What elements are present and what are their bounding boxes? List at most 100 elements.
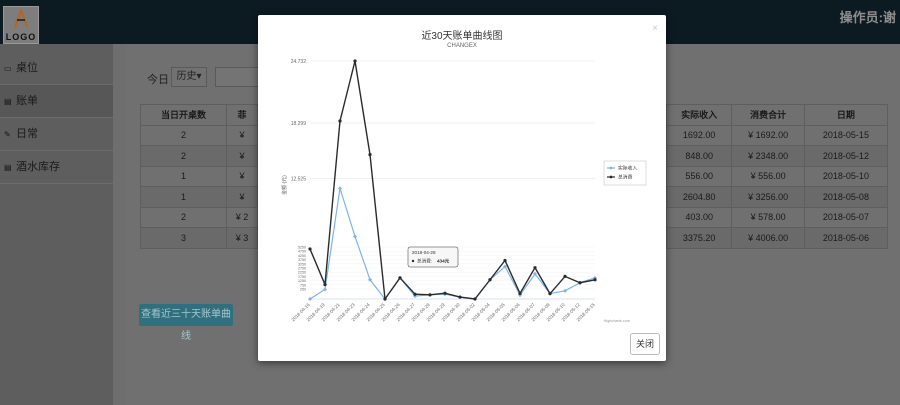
operator-label: 操作员:谢 <box>839 10 896 25</box>
table-cell: 2018-05-07 <box>803 206 889 228</box>
legend-entry: 总消费 <box>618 174 633 181</box>
table-cell: 2018-05-06 <box>803 227 889 249</box>
table-cell: 2018-05-12 <box>803 145 889 167</box>
table-cell: 2018-05-08 <box>803 186 889 208</box>
table-row: 403.00 ¥ 578.00 2018-05-07 <box>665 206 889 228</box>
data-point <box>353 234 357 239</box>
sidebar-item-tables[interactable]: ▭ 桌位 <box>0 52 113 85</box>
table-cell: ¥ <box>226 165 258 187</box>
sidebar: ▭ 桌位 ▤ 账单 ✎ 日常 ▤ 酒水库存 <box>0 44 113 405</box>
legend-marker <box>609 175 613 179</box>
table-row: 556.00 ¥ 556.00 2018-05-10 <box>665 165 889 187</box>
date-input[interactable] <box>215 67 262 87</box>
data-point <box>413 292 417 296</box>
view-30-day-chart-button[interactable]: 查看近三十天账单曲线 <box>139 304 233 342</box>
data-point <box>578 281 582 285</box>
data-point <box>368 153 372 157</box>
y-tick-label: 250 <box>300 288 306 292</box>
col-header: 当日开桌数 <box>140 104 227 126</box>
sidebar-item-label: 日常 <box>16 128 38 140</box>
data-point <box>338 186 342 191</box>
logo: LOGO <box>3 6 39 44</box>
bill-table-left: 当日开桌数 菲 2 ¥ 2 ¥ 1 ¥ 1 ¥ 2 ¥ 2 3 ¥ 3 <box>140 104 258 249</box>
y-tick-label: 18.299 <box>291 121 307 127</box>
col-header: 实际收入 <box>665 104 733 126</box>
table-cell: 1 <box>140 165 227 187</box>
data-point <box>488 278 492 282</box>
tooltip-value: 434元 <box>437 258 450 265</box>
sidebar-item-label: 账单 <box>16 95 38 107</box>
table-cell: 2018-05-10 <box>803 165 889 187</box>
today-link[interactable]: 今日 <box>147 71 169 87</box>
series-line <box>309 188 596 301</box>
data-point <box>473 297 477 301</box>
table-cell: 2018-05-15 <box>803 124 889 146</box>
table-cell: ¥ <box>226 186 258 208</box>
table-cell: ¥ <box>226 145 258 167</box>
logo-text: LOGO <box>5 32 37 42</box>
data-point <box>353 59 357 63</box>
table-cell: 1692.00 <box>665 124 733 146</box>
table-cell: ¥ 556.00 <box>731 165 805 187</box>
data-point <box>563 274 567 279</box>
y-tick-label: 24.732 <box>291 59 307 65</box>
legend-entry: 实际收入 <box>618 165 637 172</box>
sidebar-item-label: 桌位 <box>16 62 38 74</box>
table-cell: ¥ 578.00 <box>731 206 805 228</box>
legend-box <box>603 160 647 186</box>
table-cell: 3375.20 <box>665 227 733 249</box>
close-button[interactable]: 关闭 <box>630 333 660 355</box>
data-point <box>593 278 597 282</box>
legend-marker <box>609 166 613 170</box>
line-chart: 24.73218.29912.5255250475042503750325027… <box>281 59 647 323</box>
list-icon: ▤ <box>4 163 12 172</box>
table-cell: 556.00 <box>665 165 733 187</box>
table-cell: 3 <box>140 227 227 249</box>
list-icon: ▤ <box>4 97 12 106</box>
data-point <box>458 295 462 299</box>
data-point <box>338 119 342 123</box>
data-point <box>518 291 522 296</box>
table-cell: ¥ 3 <box>226 227 258 249</box>
table-cell: ¥ 2 <box>226 206 258 228</box>
chart-modal: × 近30天账单曲线图 CHANGEX 24.732 18.299 12.525 52… <box>258 15 666 361</box>
table-cell: 2 <box>140 145 227 167</box>
table-row: 848.00 ¥ 2348.00 2018-05-12 <box>665 145 889 167</box>
sidebar-item-inventory[interactable]: ▤ 酒水库存 <box>0 151 113 184</box>
table-cell: 1 <box>140 186 227 208</box>
col-header: 日期 <box>803 104 889 126</box>
table-cell: ¥ 3256.00 <box>731 186 805 208</box>
table-cell: 2 <box>140 206 227 228</box>
table-cell: 403.00 <box>665 206 733 228</box>
table-cell: 2604.80 <box>665 186 733 208</box>
tooltip-marker <box>411 259 415 263</box>
sidebar-item-daily[interactable]: ✎ 日常 <box>0 118 113 151</box>
logo-a-icon <box>14 9 28 27</box>
table-cell: ¥ 1692.00 <box>731 124 805 146</box>
data-point <box>443 291 447 295</box>
data-point <box>533 266 537 270</box>
y-axis-title: 金额 (元) <box>281 175 288 195</box>
bill-table-right: 实际收入 消费合计 日期 1692.00 ¥ 1692.00 2018-05-15 … <box>665 104 889 249</box>
col-header: 消费合计 <box>731 104 805 126</box>
data-point <box>308 247 312 251</box>
table-cell: 2 <box>140 124 227 146</box>
data-point <box>323 282 327 287</box>
table-row: 2604.80 ¥ 3256.00 2018-05-08 <box>665 186 889 208</box>
col-header: 菲 <box>226 104 258 126</box>
table-cell: ¥ 4006.00 <box>731 227 805 249</box>
data-point <box>428 293 432 297</box>
y-tick-label: 12.525 <box>291 176 307 182</box>
tooltip-date: 2018-04-28 <box>412 250 436 255</box>
sidebar-item-label: 酒水库存 <box>16 161 60 173</box>
sidebar-item-bills[interactable]: ▤ 账单 <box>0 85 113 118</box>
data-point <box>548 292 552 296</box>
table-row: 1692.00 ¥ 1692.00 2018-05-15 <box>665 124 889 146</box>
data-point <box>398 276 402 280</box>
table-cell: ¥ 2348.00 <box>731 145 805 167</box>
edit-icon: ✎ <box>4 130 11 139</box>
tooltip-series: 总消费: <box>417 258 432 265</box>
table-row: 3375.20 ¥ 4006.00 2018-05-06 <box>665 227 889 249</box>
history-dropdown[interactable]: 历史▾ <box>171 67 207 87</box>
table-cell: ¥ <box>226 124 258 146</box>
